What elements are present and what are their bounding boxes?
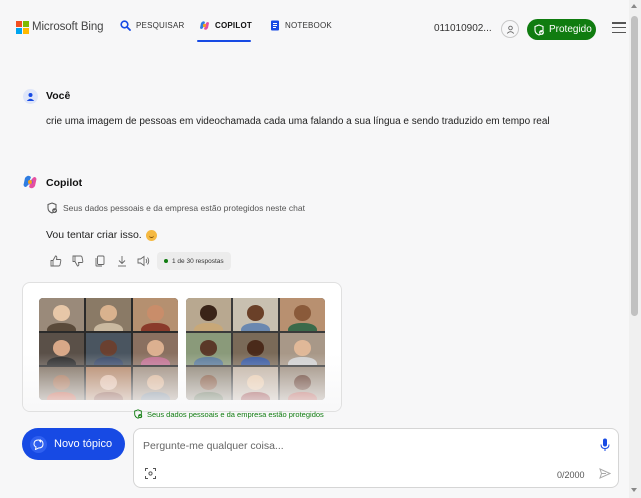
- protected-button[interactable]: Protegido: [527, 19, 596, 40]
- shield-check-icon: [534, 23, 544, 36]
- profile-button[interactable]: [501, 20, 519, 38]
- person-icon: [506, 25, 514, 34]
- tab-label: COPILOT: [215, 21, 252, 30]
- scrollbar[interactable]: [629, 0, 641, 498]
- scroll-up-arrow-icon[interactable]: [631, 4, 637, 8]
- person-icon: [26, 93, 35, 101]
- smile-emoji-icon: [145, 229, 157, 241]
- composer-privacy-text: Seus dados pessoais e da empresa estão p…: [147, 409, 324, 419]
- tab-label: PESQUISAR: [136, 21, 185, 30]
- reply-text: Vou tentar criar isso.: [46, 229, 142, 241]
- character-counter: 0/2000: [557, 470, 585, 480]
- shield-check-icon: [134, 409, 143, 419]
- copilot-icon: [200, 21, 209, 30]
- download-icon[interactable]: [115, 254, 128, 267]
- copilot-name: Copilot: [46, 177, 83, 189]
- copilot-reply: Vou tentar criar isso.: [46, 229, 157, 241]
- tab-pesquisar[interactable]: PESQUISAR: [120, 20, 184, 31]
- notebook-icon: [271, 20, 279, 31]
- shield-check-icon: [47, 202, 57, 214]
- image-scan-icon[interactable]: [145, 468, 156, 479]
- search-icon: [120, 20, 131, 31]
- privacy-note: Seus dados pessoais e da empresa estão p…: [46, 202, 305, 214]
- protected-label: Protegido: [549, 24, 592, 35]
- new-topic-label: Novo tópico: [54, 438, 113, 450]
- generated-images-card: [22, 282, 342, 412]
- image-fade-overlay: [23, 353, 341, 411]
- scroll-down-arrow-icon[interactable]: [631, 488, 637, 492]
- copilot-logo-icon: [23, 175, 37, 189]
- speaker-icon[interactable]: [137, 254, 150, 267]
- top-bar: Microsoft Bing PESQUISAR COPILOT NOTEBOO…: [0, 0, 629, 56]
- tab-copilot[interactable]: COPILOT: [199, 20, 252, 31]
- chat-input[interactable]: [143, 438, 583, 454]
- response-count: 1 de 30 respostas: [172, 257, 224, 265]
- tab-notebook[interactable]: NOTEBOOK: [270, 20, 332, 31]
- user-message: crie uma imagem de pessoas em videochama…: [46, 116, 550, 127]
- tab-label: NOTEBOOK: [285, 21, 332, 30]
- new-chat-icon: [30, 435, 47, 453]
- chat-composer: 0/2000: [133, 428, 619, 488]
- privacy-note-text: Seus dados pessoais e da empresa estão p…: [63, 203, 305, 213]
- copy-icon[interactable]: [93, 254, 106, 267]
- user-name: Você: [46, 90, 71, 102]
- microphone-icon[interactable]: [600, 438, 610, 452]
- send-icon[interactable]: [599, 468, 611, 479]
- account-id[interactable]: 011010902...: [434, 23, 492, 34]
- menu-icon[interactable]: [612, 22, 626, 33]
- response-count-badge: 1 de 30 respostas: [157, 252, 231, 270]
- bing-logo[interactable]: Microsoft Bing: [16, 21, 104, 34]
- microsoft-logo-icon: [16, 21, 29, 34]
- new-topic-button[interactable]: Novo tópico: [22, 428, 125, 460]
- scroll-thumb[interactable]: [631, 16, 638, 316]
- composer-privacy-note: Seus dados pessoais e da empresa estão p…: [133, 409, 324, 419]
- message-actions: [49, 254, 150, 267]
- status-dot: [164, 259, 168, 263]
- active-tab-indicator: [197, 40, 251, 42]
- thumbs-up-icon[interactable]: [49, 254, 62, 267]
- thumbs-down-icon[interactable]: [71, 254, 84, 267]
- user-avatar: [23, 89, 38, 104]
- brand-name: Microsoft Bing: [32, 21, 104, 33]
